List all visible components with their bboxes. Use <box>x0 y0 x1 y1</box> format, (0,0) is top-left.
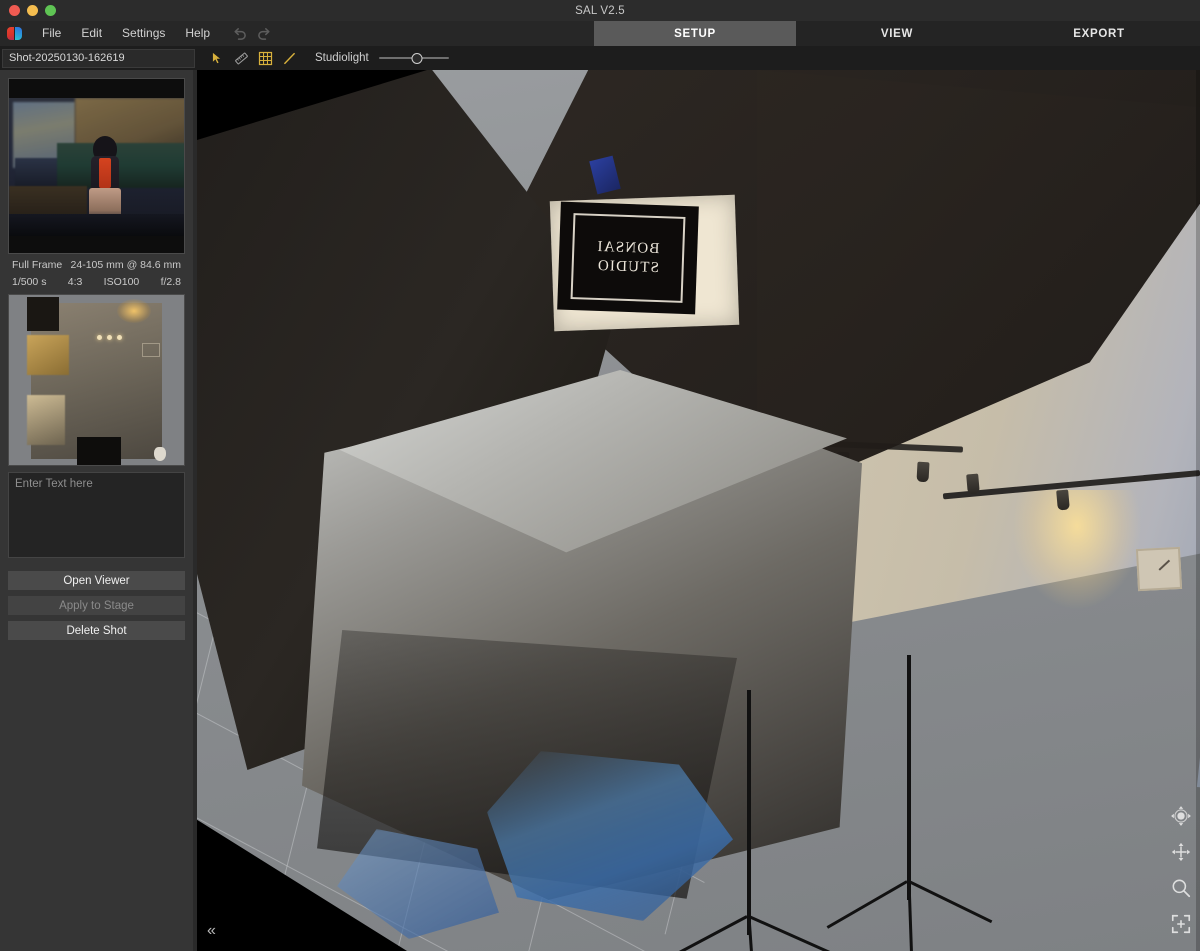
tool-bar: Shot-20250130-162619 Studiolight <box>0 46 1200 70</box>
shot-name-input[interactable]: Shot-20250130-162619 <box>2 48 195 68</box>
wall-light-glow <box>1012 490 1142 610</box>
redo-icon[interactable] <box>257 26 272 41</box>
tab-setup[interactable]: SETUP <box>594 21 796 46</box>
line-tool-icon[interactable] <box>277 47 301 69</box>
shot-photo-thumbnail[interactable] <box>8 78 185 254</box>
shot-metadata: Full Frame 24-105 mm @ 84.6 mm 1/500 s 4… <box>8 259 185 290</box>
minimize-window-button[interactable] <box>27 5 38 16</box>
history-controls <box>232 26 272 41</box>
open-viewer-button[interactable]: Open Viewer <box>8 571 185 590</box>
select-cursor-icon[interactable] <box>205 47 229 69</box>
sal-logo-icon <box>6 25 23 42</box>
sign-line-1: BONSAI <box>596 238 661 258</box>
window-controls <box>0 5 56 16</box>
pan-icon[interactable] <box>1170 841 1192 863</box>
close-window-button[interactable] <box>9 5 20 16</box>
spot-lamp-5 <box>916 461 930 483</box>
bonsai-studio-sign: BONSAI STUDIO <box>557 201 699 315</box>
wall-clock <box>1135 546 1183 592</box>
orbit-icon[interactable] <box>1170 805 1192 827</box>
metadata-aperture: f/2.8 <box>160 276 181 288</box>
app-title: SAL V2.5 <box>575 4 625 17</box>
viewport-scrollbar[interactable] <box>1196 70 1200 951</box>
metadata-sensor: Full Frame <box>12 259 63 271</box>
viewport-nav-controls <box>1170 805 1192 935</box>
metadata-iso: ISO100 <box>103 276 140 288</box>
menu-item-file[interactable]: File <box>32 21 71 46</box>
undo-icon[interactable] <box>232 26 247 41</box>
apply-to-stage-button[interactable]: Apply to Stage <box>8 596 185 615</box>
delete-shot-button[interactable]: Delete Shot <box>8 621 185 640</box>
slider-handle[interactable] <box>411 52 423 64</box>
menu-item-settings[interactable]: Settings <box>112 21 175 46</box>
zoom-icon[interactable] <box>1170 877 1192 899</box>
studiolight-label: Studiolight <box>315 52 369 64</box>
maximize-window-button[interactable] <box>45 5 56 16</box>
photo-content <box>9 98 184 236</box>
main-tabs: SETUP VIEW EXPORT <box>594 21 1200 46</box>
tab-export[interactable]: EXPORT <box>998 21 1200 46</box>
menu-item-edit[interactable]: Edit <box>71 21 112 46</box>
menu-item-help[interactable]: Help <box>175 21 220 46</box>
shot-action-buttons: Open Viewer Apply to Stage Delete Shot <box>8 571 185 640</box>
grid-icon[interactable] <box>253 47 277 69</box>
spot-lamp-2 <box>1056 489 1070 511</box>
spot-lamp-1 <box>966 473 980 495</box>
tab-view[interactable]: VIEW <box>796 21 998 46</box>
collapse-sidebar-button[interactable]: « <box>201 921 222 941</box>
3d-viewport[interactable]: BONSAI STUDIO « <box>197 70 1200 951</box>
metadata-aspect: 4:3 <box>67 276 83 288</box>
app-window: SAL V2.5 File Edit Settings Help SETUP V… <box>0 0 1200 951</box>
studiolight-slider[interactable] <box>378 51 449 65</box>
sign-line-2: STUDIO <box>596 257 660 277</box>
fit-to-view-icon[interactable] <box>1170 913 1192 935</box>
notes-input[interactable]: Enter Text here <box>8 472 185 558</box>
title-bar: SAL V2.5 <box>0 0 1200 21</box>
metadata-lens: 24-105 mm @ 84.6 mm <box>70 259 181 271</box>
scan-preview-thumbnail[interactable] <box>8 294 185 466</box>
tool-group <box>205 47 301 69</box>
metadata-shutter: 1/500 s <box>12 276 47 288</box>
ruler-measure-icon[interactable] <box>229 47 253 69</box>
light-stand-left <box>637 690 867 951</box>
shot-sidebar: Full Frame 24-105 mm @ 84.6 mm 1/500 s 4… <box>0 70 193 951</box>
